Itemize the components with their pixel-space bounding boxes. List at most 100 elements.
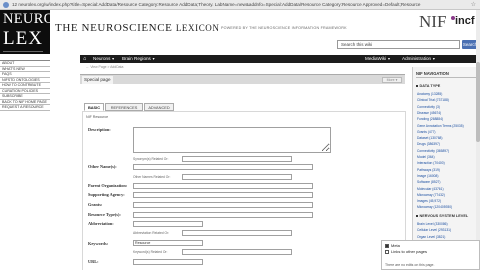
nif-logo[interactable]: NIF xyxy=(419,12,446,32)
checkbox-icon[interactable] xyxy=(385,249,389,254)
keywords-value: Resource xyxy=(135,241,151,245)
rp-list-item[interactable]: Molecular (43761) xyxy=(417,187,444,191)
page-info-popup: Meta Links to other pages There are no e… xyxy=(381,240,480,270)
tab-basic[interactable]: BASIC xyxy=(84,103,104,111)
rp-list-item[interactable]: Software (8527) xyxy=(417,180,440,184)
keywords-label: Keywords: xyxy=(88,241,109,246)
synonym-input[interactable] xyxy=(182,156,292,162)
chevron-down-icon: ▼ xyxy=(432,57,436,61)
nav-brain-regions-label: Brain Regions xyxy=(122,56,151,61)
neurolex-logo[interactable]: NEURO LEX xyxy=(0,10,54,54)
rp-list-item[interactable]: Anatomy (13285) xyxy=(417,92,442,96)
rp-list-item[interactable]: Pathways (319) xyxy=(417,168,440,172)
nav-administration[interactable]: Administration▼ xyxy=(402,55,436,63)
supporting-agency-label: Supporting Agency: xyxy=(88,192,125,197)
rp-section-data-type-label: DATA TYPE xyxy=(419,84,441,88)
rp-list-item[interactable]: Images (45,972) xyxy=(417,199,441,203)
page-scrollbar[interactable] xyxy=(476,10,480,270)
rp-list-item[interactable]: Organ Level (3821) xyxy=(417,235,445,239)
rp-divider xyxy=(416,77,476,78)
rp-list-item[interactable]: Cellular Level (293131) xyxy=(417,228,451,232)
other-names-hint: Other Names Related Or: xyxy=(133,175,171,179)
rp-section-data-type: DATA TYPE xyxy=(416,84,440,88)
sidebar-item-request-resource[interactable]: REQUEST A RESOURCE xyxy=(0,105,50,111)
page-title-bar: Special page More ▾ xyxy=(80,74,405,84)
popup-note: There are no edits on this page. xyxy=(385,263,435,267)
popup-row-meta[interactable]: Meta xyxy=(385,243,400,248)
nav-neurons[interactable]: Neurons▼ xyxy=(93,55,115,63)
keywords-hint: Keyword(s) Related Or: xyxy=(133,250,168,254)
grants-label: Grants: xyxy=(88,202,103,207)
more-button[interactable]: More ▾ xyxy=(382,77,402,83)
abbreviation-label: Abbreviation: xyxy=(88,221,114,226)
nav-mediawiki[interactable]: MediaWiki▼ xyxy=(365,55,391,63)
rp-list-item[interactable]: Image (16008) xyxy=(417,174,438,178)
rp-list-item[interactable]: Funding (268884) xyxy=(417,117,443,121)
popup-row-links-label: Links to other pages xyxy=(391,249,428,254)
logo-text-neuro: NEURO xyxy=(3,11,55,27)
square-bullet-icon xyxy=(416,85,418,87)
nav-brain-regions[interactable]: Brain Regions▼ xyxy=(122,55,155,63)
synonym-hint: Synonym(s) Related Or: xyxy=(133,157,169,161)
rp-list-item[interactable]: Grants (477) xyxy=(417,130,436,134)
rp-title: NIF NAVIGATION xyxy=(416,71,449,76)
rp-list-item[interactable]: Gene Annotation Terms (25035) xyxy=(417,124,464,128)
nav-mediawiki-label: MediaWiki xyxy=(365,56,387,61)
powered-by-text: POWERED BY THE NEUROSCIENCE INFORMATION … xyxy=(221,26,347,30)
rp-list-item[interactable]: Dataset (130768) xyxy=(417,136,442,140)
rp-list-item[interactable]: Connectivity (365897) xyxy=(417,149,449,153)
breadcrumb[interactable]: ← View Page > AddData xyxy=(86,65,123,69)
abbreviation-related-input[interactable] xyxy=(182,230,292,236)
form-legend: NIF Resource xyxy=(86,115,109,119)
rp-list-item[interactable]: Brain Level (330086) xyxy=(417,222,448,226)
rp-list-item[interactable]: Connectivity (3) xyxy=(417,105,440,109)
other-names-input[interactable] xyxy=(133,164,313,170)
incf-logo[interactable]: incf xyxy=(455,15,475,27)
sidebar-nav: ABOUT WHAT'S NEW FAQS NIFSTD ONTOLOGIES … xyxy=(0,60,50,111)
nav-neurons-label: Neurons xyxy=(93,56,111,61)
abbreviation-hint: Abbreviation Related Or: xyxy=(133,231,170,235)
rp-list-item[interactable]: Interaction (70400) xyxy=(417,161,445,165)
rp-list-item[interactable]: Disease (45674) xyxy=(417,111,441,115)
tab-references[interactable]: REFERENCES xyxy=(105,103,143,111)
page-title: Special page xyxy=(82,76,113,84)
rp-list-item[interactable]: Microarray (77432) xyxy=(417,193,445,197)
search-input[interactable] xyxy=(337,40,460,49)
site-security-icon xyxy=(3,2,9,8)
checkbox-icon[interactable] xyxy=(385,243,389,248)
browser-url-bar[interactable]: 12 neurolex.org/w/index.php?title=Specia… xyxy=(0,0,480,10)
logo-text-lex: LEX xyxy=(3,28,43,49)
nav-administration-label: Administration xyxy=(402,56,432,61)
other-names-related-input[interactable] xyxy=(182,174,292,180)
logo-underline xyxy=(3,51,43,52)
rp-list-item[interactable]: Drugs (386397) xyxy=(417,142,440,146)
chevron-down-icon: ▼ xyxy=(111,57,115,61)
parent-org-input[interactable] xyxy=(133,183,313,189)
rp-list-item[interactable]: Microarray (120405930) xyxy=(417,205,452,209)
keywords-input[interactable]: Resource xyxy=(133,240,203,246)
grants-input[interactable] xyxy=(133,202,313,208)
scrollbar-thumb[interactable] xyxy=(476,62,480,142)
bookmark-star-icon[interactable]: ☆ xyxy=(471,1,476,9)
home-icon[interactable]: ⌂ xyxy=(83,56,89,62)
description-textarea[interactable] xyxy=(133,127,331,153)
chevron-down-icon: ▼ xyxy=(387,57,391,61)
urls-label: URL: xyxy=(88,259,99,264)
popup-row-meta-label: Meta xyxy=(391,243,400,248)
abbreviation-input[interactable] xyxy=(133,221,203,227)
tab-advanced[interactable]: ADVANCED xyxy=(144,103,174,111)
rp-list-item[interactable]: Model (364) xyxy=(417,155,435,159)
popup-row-links[interactable]: Links to other pages xyxy=(385,249,427,254)
chevron-down-icon: ▼ xyxy=(151,57,156,61)
keywords-related-input[interactable] xyxy=(182,249,292,255)
resource-types-input[interactable] xyxy=(133,212,313,218)
square-bullet-icon xyxy=(416,215,418,217)
site-title[interactable]: THE NEUROSCIENCE LEXICON xyxy=(55,22,220,34)
rp-list-item[interactable]: Clinical Trial (737188) xyxy=(417,98,449,102)
supporting-agency-input[interactable] xyxy=(133,192,313,198)
rp-section-nervous-system: NERVOUS SYSTEM LEVEL xyxy=(416,214,468,218)
url-text[interactable]: 12 neurolex.org/w/index.php?title=Specia… xyxy=(12,1,467,9)
url-input[interactable] xyxy=(133,259,203,265)
description-label: Description: xyxy=(88,127,111,132)
other-names-label: Other Name(s): xyxy=(88,164,117,169)
